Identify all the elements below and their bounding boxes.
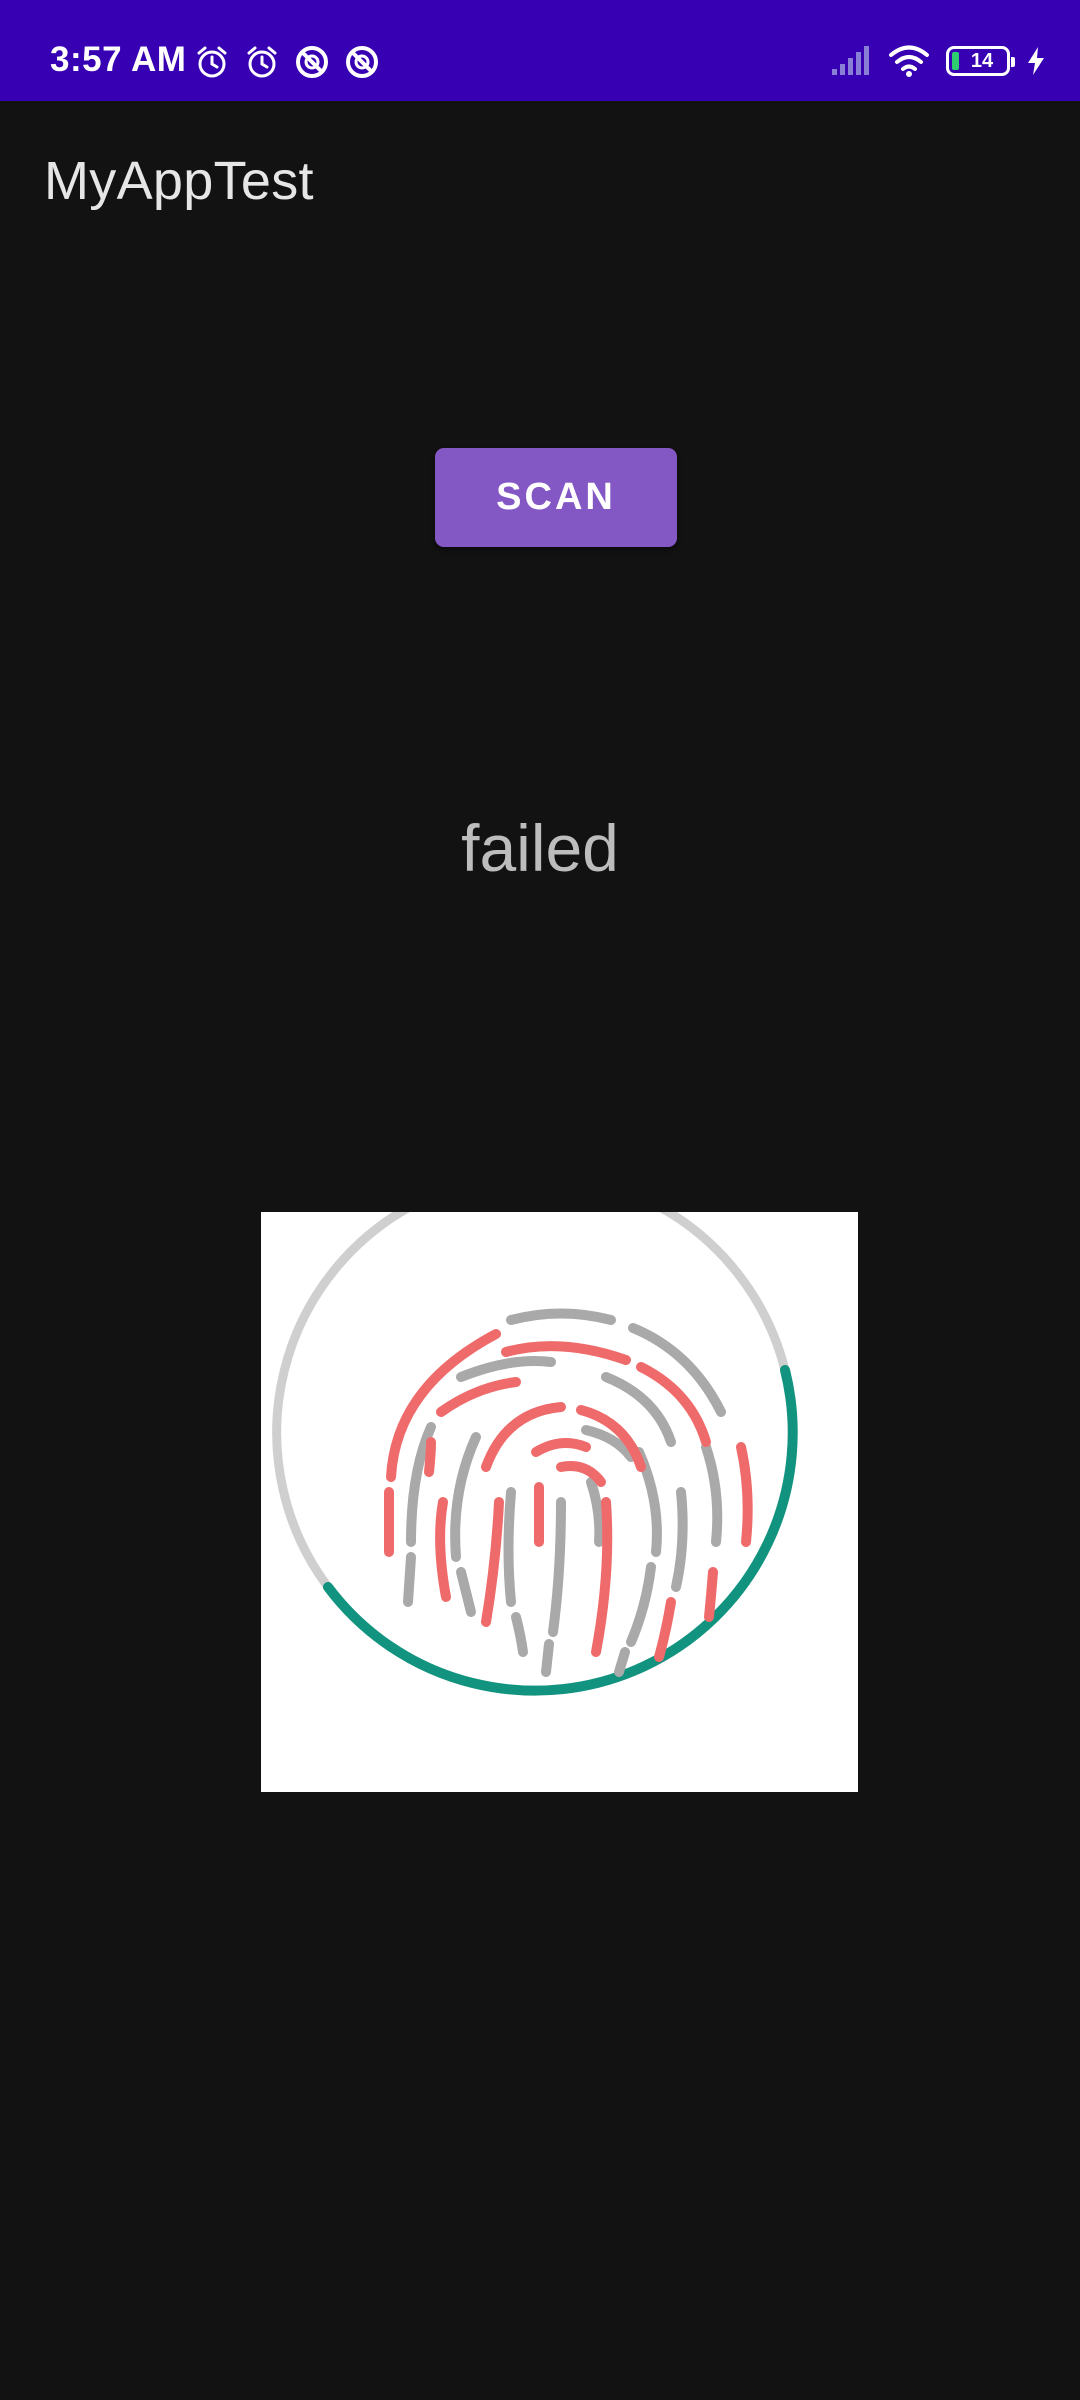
- status-time: 3:57 AM: [50, 40, 187, 79]
- system-icons: 14: [830, 44, 1046, 78]
- battery-icon: 14: [946, 46, 1015, 76]
- status-bar: 3:57 AM 14: [0, 0, 1080, 101]
- alarm-icon: [197, 46, 227, 78]
- result-status-text: failed: [461, 811, 619, 885]
- charging-bolt-icon: [1028, 47, 1044, 75]
- screen: 3:57 AM 14 MyAppTest SCAN failed: [0, 0, 1080, 2400]
- no-disturb-icon: [346, 46, 378, 78]
- alarm-icon: [247, 46, 277, 78]
- fingerprint-image: [261, 1212, 858, 1792]
- fingerprint-icon: [272, 1212, 798, 1696]
- battery-fill: [952, 52, 959, 70]
- app-title: MyAppTest: [44, 151, 314, 211]
- scan-button[interactable]: SCAN: [435, 448, 677, 547]
- notification-icons: [194, 44, 380, 80]
- no-disturb-icon: [296, 46, 328, 78]
- signal-icon: [832, 46, 869, 75]
- wifi-icon: [889, 45, 929, 77]
- battery-level: 14: [970, 50, 994, 72]
